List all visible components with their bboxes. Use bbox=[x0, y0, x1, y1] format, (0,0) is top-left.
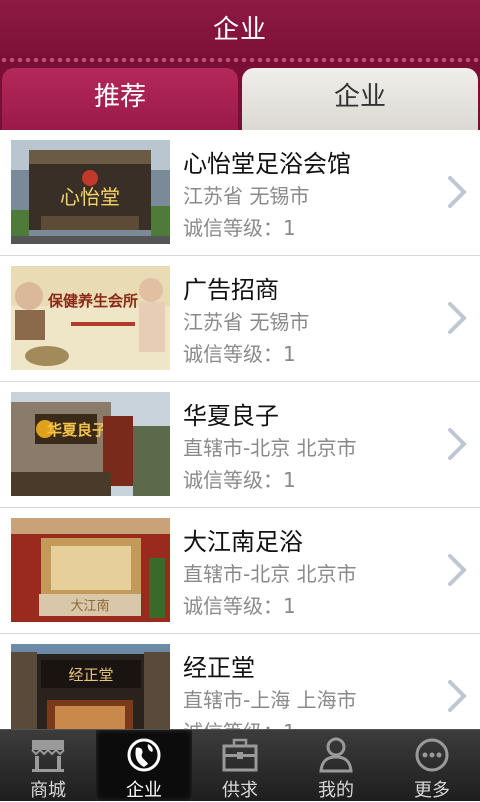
credit-grade: 诚信等级：1 bbox=[183, 342, 296, 366]
list-item[interactable]: 保健养生会所 广告招商 江苏省 无锡市 诚信等级：1 bbox=[0, 256, 480, 382]
chevron-right-icon bbox=[448, 302, 467, 334]
enterprise-name: 华夏良子 bbox=[183, 402, 279, 430]
credit-grade: 诚信等级：1 bbox=[183, 468, 296, 492]
globe-icon bbox=[127, 738, 161, 772]
chevron-right-icon bbox=[448, 680, 467, 712]
thumbnail-text: 大江南 bbox=[70, 598, 109, 614]
enterprise-name: 大江南足浴 bbox=[183, 528, 303, 556]
enterprise-name: 心怡堂足浴会馆 bbox=[183, 150, 351, 178]
enterprise-location: 直辖市-北京 北京市 bbox=[183, 562, 357, 586]
enterprise-list[interactable]: 心怡堂 心怡堂足浴会馆 江苏省 无锡市 诚信等级：1 保健养生会所 广告招商 江… bbox=[0, 130, 480, 729]
tab-recommended[interactable]: 推荐 bbox=[2, 68, 238, 130]
header-lace-border bbox=[0, 56, 480, 64]
thumbnail-text: 心怡堂 bbox=[60, 185, 120, 209]
enterprise-name: 广告招商 bbox=[183, 276, 279, 304]
enterprise-location: 江苏省 无锡市 bbox=[183, 310, 310, 334]
tabbar-label: 企业 bbox=[126, 780, 162, 801]
list-item[interactable]: 大江南 大江南足浴 直辖市-北京 北京市 诚信等级：1 bbox=[0, 508, 480, 634]
bottom-tab-bar: 商城 企业 供求 我的 更多 bbox=[0, 729, 480, 801]
chevron-right-icon bbox=[448, 176, 467, 208]
tabbar-label: 更多 bbox=[414, 780, 450, 801]
tabbar-item-more[interactable]: 更多 bbox=[384, 730, 480, 801]
enterprise-thumbnail: 大江南 bbox=[11, 518, 170, 622]
tabbar-item-supply[interactable]: 供求 bbox=[192, 730, 288, 801]
thumbnail-text: 经正堂 bbox=[68, 666, 113, 684]
app-header: 企业 bbox=[0, 0, 480, 64]
credit-grade: 诚信等级：1 bbox=[183, 216, 296, 240]
enterprise-location: 直辖市-北京 北京市 bbox=[183, 436, 357, 460]
list-item[interactable]: 经正堂 经正堂 直辖市-上海 上海市 诚信等级：1 bbox=[0, 634, 480, 729]
list-item[interactable]: 心怡堂 心怡堂足浴会馆 江苏省 无锡市 诚信等级：1 bbox=[0, 130, 480, 256]
thumbnail-text: 保健养生会所 bbox=[47, 292, 138, 310]
more-icon bbox=[415, 738, 449, 772]
enterprise-thumbnail: 保健养生会所 bbox=[11, 266, 170, 370]
segment-tabs: 推荐 企业 bbox=[0, 64, 480, 130]
tab-enterprise[interactable]: 企业 bbox=[242, 68, 478, 130]
enterprise-thumbnail: 心怡堂 bbox=[11, 140, 170, 244]
enterprise-thumbnail: 经正堂 bbox=[11, 644, 170, 729]
briefcase-icon bbox=[222, 738, 258, 772]
list-item[interactable]: 华夏良子 华夏良子 直辖市-北京 北京市 诚信等级：1 bbox=[0, 382, 480, 508]
credit-grade: 诚信等级：1 bbox=[183, 594, 296, 618]
enterprise-location: 江苏省 无锡市 bbox=[183, 184, 310, 208]
thumbnail-text: 华夏良子 bbox=[47, 421, 107, 439]
enterprise-thumbnail: 华夏良子 bbox=[11, 392, 170, 496]
chevron-right-icon bbox=[448, 428, 467, 460]
tabbar-item-mine[interactable]: 我的 bbox=[288, 730, 384, 801]
tabbar-label: 我的 bbox=[318, 780, 354, 801]
tabbar-item-enterprise[interactable]: 企业 bbox=[96, 730, 192, 801]
enterprise-location: 直辖市-上海 上海市 bbox=[183, 688, 357, 712]
person-icon bbox=[319, 737, 353, 773]
enterprise-name: 经正堂 bbox=[183, 654, 255, 682]
tabbar-label: 供求 bbox=[222, 780, 258, 801]
page-title: 企业 bbox=[212, 15, 267, 45]
tabbar-item-store[interactable]: 商城 bbox=[0, 730, 96, 801]
store-icon bbox=[31, 740, 65, 772]
tabbar-label: 商城 bbox=[30, 780, 66, 801]
credit-grade: 诚信等级：1 bbox=[183, 716, 296, 729]
chevron-right-icon bbox=[448, 554, 467, 586]
